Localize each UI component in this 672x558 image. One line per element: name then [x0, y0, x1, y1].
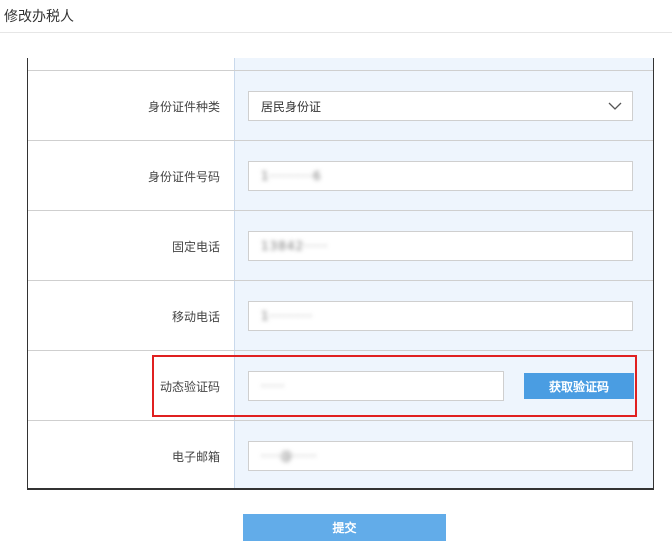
email-value: ····@····· — [261, 449, 318, 463]
email-input[interactable]: ····@····· — [248, 441, 633, 471]
title-divider — [0, 32, 672, 33]
id-number-value: 1·········6 — [261, 169, 322, 183]
id-type-select[interactable]: 居民身份证 — [248, 91, 633, 121]
row-email: 电子邮箱 ····@····· — [28, 420, 653, 490]
chevron-down-icon — [608, 102, 622, 110]
id-number-label: 身份证件号码 — [147, 169, 220, 184]
row-id-number: 身份证件号码 1·········6 — [28, 140, 653, 210]
mobile-label: 移动电话 — [171, 309, 220, 324]
verify-code-value: ····· — [261, 379, 286, 393]
verify-code-label: 动态验证码 — [159, 379, 220, 394]
taxpayer-form: 身份证件种类 居民身份证 身份证件号码 1·········6 固定电话 138… — [27, 58, 654, 490]
mobile-value: 1········· — [261, 309, 313, 323]
id-type-label: 身份证件种类 — [147, 99, 220, 114]
row-id-type: 身份证件种类 居民身份证 — [28, 70, 653, 140]
row-landline: 固定电话 13842····· — [28, 210, 653, 280]
row-verify-code: 动态验证码 ····· 获取验证码 — [28, 350, 653, 420]
row-mobile: 移动电话 1········· — [28, 280, 653, 350]
landline-label: 固定电话 — [171, 239, 220, 254]
mobile-input[interactable]: 1········· — [248, 301, 633, 331]
email-label: 电子邮箱 — [171, 449, 220, 464]
landline-value: 13842····· — [261, 239, 329, 253]
id-type-value: 居民身份证 — [261, 99, 322, 114]
page-title: 修改办税人 — [4, 9, 74, 25]
submit-button[interactable]: 提交 — [243, 514, 446, 541]
verify-code-input[interactable]: ····· — [248, 371, 504, 401]
landline-input[interactable]: 13842····· — [248, 231, 633, 261]
id-number-input[interactable]: 1·········6 — [248, 161, 633, 191]
get-verify-code-button[interactable]: 获取验证码 — [524, 373, 634, 399]
